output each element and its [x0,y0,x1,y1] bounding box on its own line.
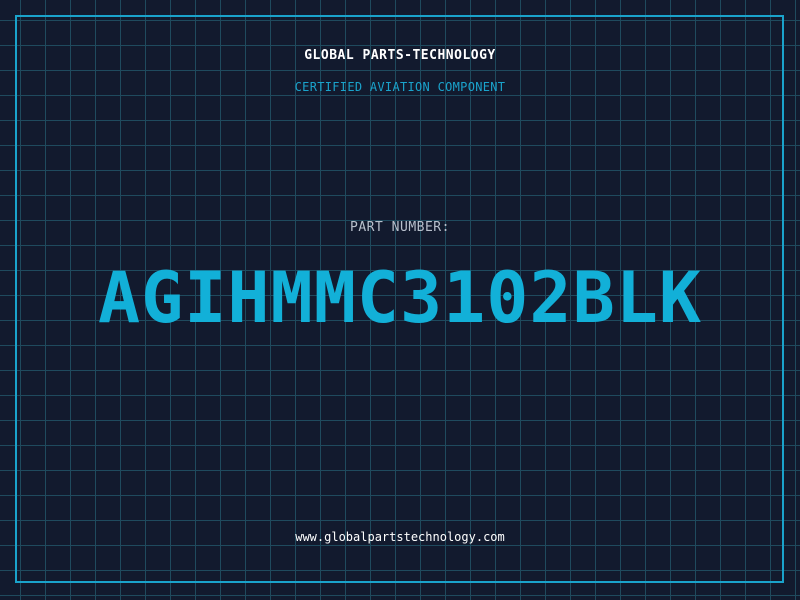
part-number-value: AGIHMMC3102BLK [97,257,702,339]
tagline: CERTIFIED AVIATION COMPONENT [294,80,506,94]
part-card: GLOBAL PARTS-TECHNOLOGY CERTIFIED AVIATI… [0,0,800,600]
part-number-label: PART NUMBER: [350,220,450,235]
website-url[interactable]: www.globalpartstechnology.com [0,530,800,544]
company-name: GLOBAL PARTS-TECHNOLOGY [304,48,496,63]
